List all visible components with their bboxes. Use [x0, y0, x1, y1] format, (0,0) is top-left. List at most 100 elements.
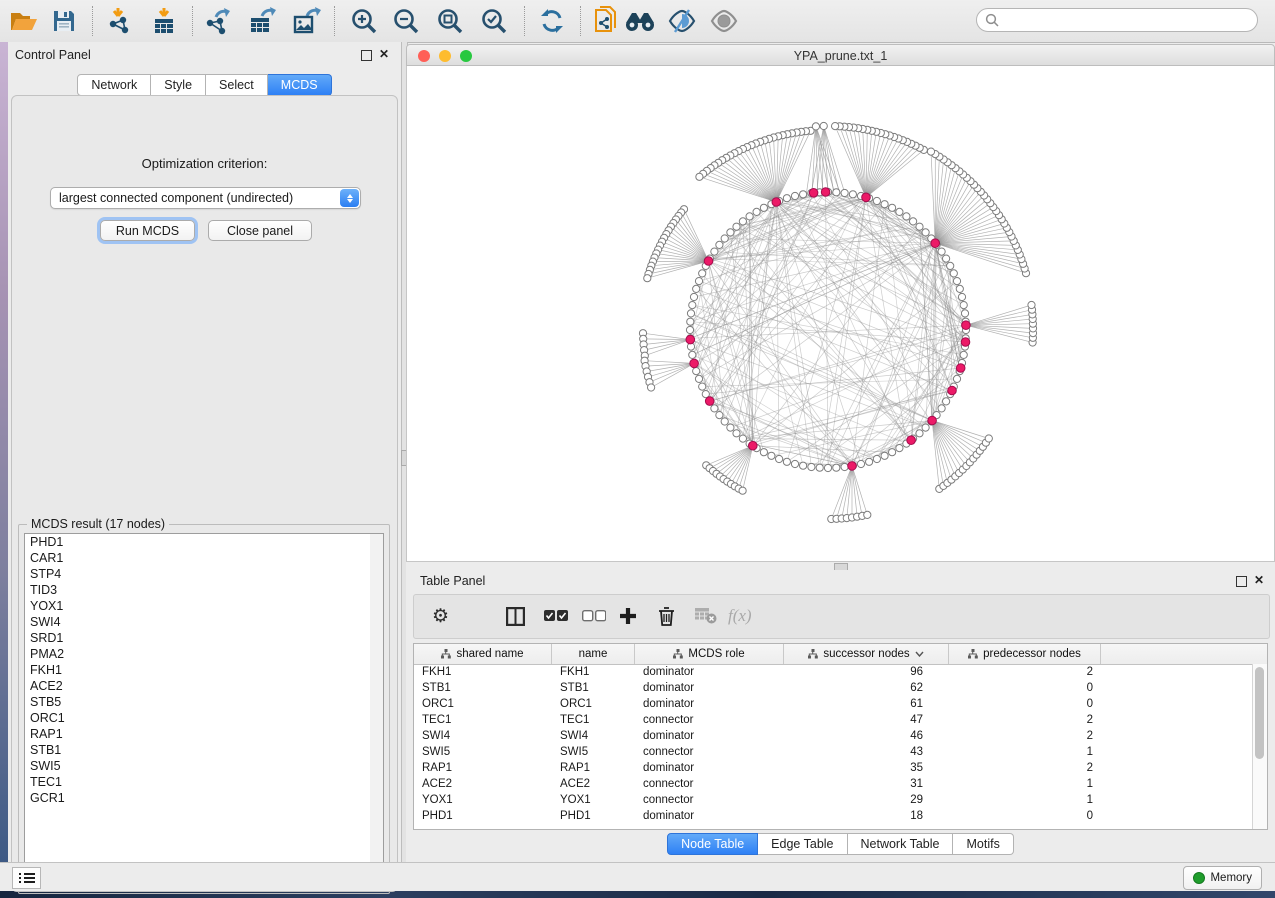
- mcds-result-group: MCDS result (17 nodes) PHD1CAR1STP4TID3Y…: [18, 524, 390, 894]
- mcds-result-item[interactable]: STP4: [25, 566, 371, 582]
- table-row[interactable]: SWI4SWI4dominator462: [414, 728, 1253, 744]
- table-row[interactable]: SWI5SWI5connector431: [414, 744, 1253, 760]
- table-scrollbar-thumb[interactable]: [1255, 667, 1264, 759]
- network-canvas[interactable]: [406, 66, 1275, 562]
- cell-MCDS-role: dominator: [635, 682, 784, 694]
- control-panel-close-icon[interactable]: ✕: [379, 47, 389, 61]
- mcds-result-item[interactable]: TID3: [25, 582, 371, 598]
- add-column-icon[interactable]: [619, 603, 637, 629]
- search-input[interactable]: [976, 8, 1258, 32]
- delete-column-icon[interactable]: [658, 603, 675, 629]
- select-all-icon[interactable]: [544, 603, 568, 629]
- mcds-result-item[interactable]: TEC1: [25, 774, 371, 790]
- table-panel-close-icon[interactable]: ✕: [1254, 573, 1264, 587]
- mcds-result-item[interactable]: RAP1: [25, 726, 371, 742]
- column-header-name[interactable]: name: [552, 644, 635, 664]
- table-panel-float-icon[interactable]: [1236, 576, 1247, 587]
- cell-shared-name: SWI4: [414, 730, 552, 742]
- cell-MCDS-role: connector: [635, 714, 784, 726]
- tab-motifs[interactable]: Motifs: [953, 833, 1013, 855]
- search-network-icon[interactable]: [624, 5, 656, 37]
- task-history-button[interactable]: [12, 867, 41, 889]
- tab-edge-table[interactable]: Edge Table: [758, 833, 847, 855]
- function-builder-icon[interactable]: f(x): [728, 603, 752, 629]
- mcds-list-scrollbar[interactable]: [370, 533, 384, 885]
- table-row[interactable]: PHD1PHD1dominator180: [414, 808, 1253, 824]
- cell-shared-name: SWI5: [414, 746, 552, 758]
- table-row[interactable]: ORC1ORC1dominator610: [414, 696, 1253, 712]
- zoom-selected-icon[interactable]: [478, 5, 510, 37]
- tab-style[interactable]: Style: [151, 74, 206, 96]
- mcds-result-item[interactable]: SWI5: [25, 758, 371, 774]
- mcds-result-item[interactable]: ORC1: [25, 710, 371, 726]
- mcds-result-item[interactable]: STB1: [25, 742, 371, 758]
- control-panel: Control Panel ✕ NetworkStyleSelectMCDS O…: [8, 42, 401, 862]
- cell-name: FKH1: [552, 666, 635, 678]
- mcds-result-item[interactable]: STB5: [25, 694, 371, 710]
- table-scrollbar[interactable]: [1252, 664, 1267, 829]
- mcds-result-item[interactable]: PMA2: [25, 646, 371, 662]
- table-row[interactable]: TEC1TEC1connector472: [414, 712, 1253, 728]
- cell-MCDS-role: connector: [635, 794, 784, 806]
- export-table-icon[interactable]: [246, 5, 278, 37]
- mcds-result-list[interactable]: PHD1CAR1STP4TID3YOX1SWI4SRD1PMA2FKH1ACE2…: [24, 533, 372, 885]
- table-row[interactable]: RAP1RAP1dominator352: [414, 760, 1253, 776]
- table-row[interactable]: YOX1YOX1connector291: [414, 792, 1253, 808]
- export-image-icon[interactable]: [290, 5, 322, 37]
- network-titlebar[interactable]: YPA_prune.txt_1: [406, 44, 1275, 66]
- tab-select[interactable]: Select: [206, 74, 268, 96]
- mcds-result-item[interactable]: YOX1: [25, 598, 371, 614]
- zoom-in-icon[interactable]: [348, 5, 380, 37]
- cell-successor-nodes: 46: [784, 730, 949, 742]
- cell-name: STB1: [552, 682, 635, 694]
- close-panel-button[interactable]: Close panel: [208, 220, 312, 241]
- optimization-criterion-select[interactable]: largest connected component (undirected): [50, 187, 361, 209]
- tab-mcds[interactable]: MCDS: [268, 74, 332, 96]
- cell-successor-nodes: 18: [784, 810, 949, 822]
- mcds-result-item[interactable]: GCR1: [25, 790, 371, 806]
- save-session-icon[interactable]: [48, 5, 80, 37]
- cell-successor-nodes: 47: [784, 714, 949, 726]
- table-row[interactable]: FKH1FKH1dominator962: [414, 664, 1253, 680]
- network-view-frame: YPA_prune.txt_1: [406, 44, 1275, 562]
- zoom-out-icon[interactable]: [390, 5, 422, 37]
- horizontal-splitter[interactable]: [406, 562, 1275, 570]
- delete-table-icon[interactable]: [695, 603, 717, 629]
- column-header-shared-name[interactable]: shared name: [414, 644, 552, 664]
- mcds-result-item[interactable]: SRD1: [25, 630, 371, 646]
- clone-network-icon[interactable]: [590, 5, 622, 37]
- table-row[interactable]: STB1STB1dominator620: [414, 680, 1253, 696]
- mcds-result-item[interactable]: PHD1: [25, 534, 371, 550]
- memory-button[interactable]: Memory: [1183, 866, 1262, 890]
- import-table-icon[interactable]: [148, 5, 180, 37]
- tab-node-table[interactable]: Node Table: [667, 833, 758, 855]
- show-panel-icon[interactable]: [708, 5, 740, 37]
- hide-panel-icon[interactable]: [666, 5, 698, 37]
- unselect-all-icon[interactable]: [582, 603, 606, 629]
- search-icon: [985, 13, 999, 27]
- mcds-result-item[interactable]: ACE2: [25, 678, 371, 694]
- mcds-result-item[interactable]: SWI4: [25, 614, 371, 630]
- control-panel-title: Control Panel: [15, 48, 91, 62]
- show-columns-icon[interactable]: [506, 603, 525, 629]
- column-header-successor-nodes[interactable]: successor nodes: [784, 644, 949, 664]
- mcds-result-item[interactable]: CAR1: [25, 550, 371, 566]
- control-panel-float-icon[interactable]: [361, 50, 372, 61]
- open-file-icon[interactable]: [8, 5, 40, 37]
- refresh-icon[interactable]: [536, 5, 568, 37]
- export-network-icon[interactable]: [202, 5, 234, 37]
- cell-MCDS-role: dominator: [635, 810, 784, 822]
- application-window: Control Panel ✕ NetworkStyleSelectMCDS O…: [0, 0, 1275, 898]
- table-row[interactable]: ACE2ACE2connector311: [414, 776, 1253, 792]
- column-header-MCDS-role[interactable]: MCDS role: [635, 644, 784, 664]
- cell-name: TEC1: [552, 714, 635, 726]
- tab-network[interactable]: Network: [77, 74, 151, 96]
- tab-network-table[interactable]: Network Table: [848, 833, 954, 855]
- mcds-result-item[interactable]: FKH1: [25, 662, 371, 678]
- run-mcds-button[interactable]: Run MCDS: [100, 220, 195, 241]
- import-network-icon[interactable]: [104, 5, 136, 37]
- zoom-fit-icon[interactable]: [434, 5, 466, 37]
- cell-shared-name: ORC1: [414, 698, 552, 710]
- table-settings-gear-icon[interactable]: ⚙: [432, 603, 449, 629]
- column-header-predecessor-nodes[interactable]: predecessor nodes: [949, 644, 1101, 664]
